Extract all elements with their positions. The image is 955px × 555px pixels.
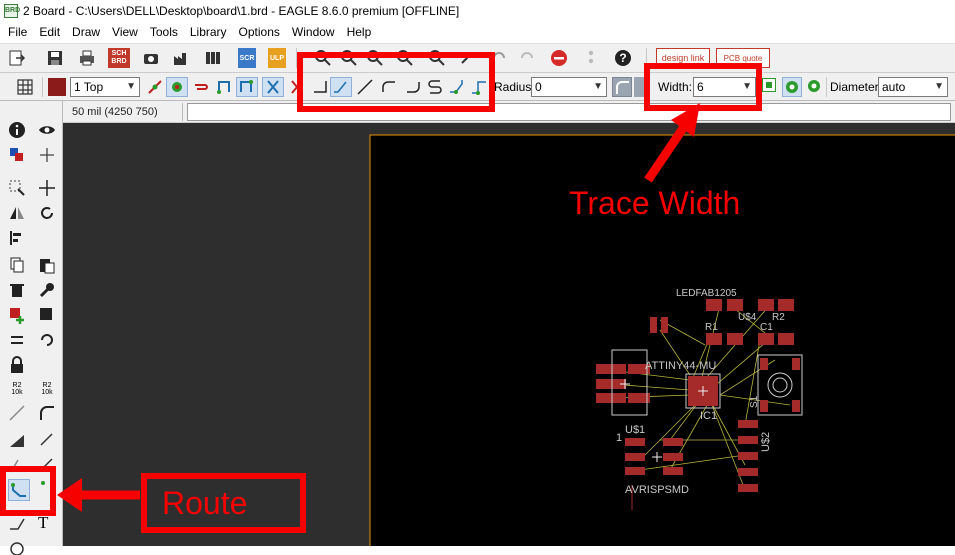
annotation-arrows bbox=[57, 103, 700, 512]
